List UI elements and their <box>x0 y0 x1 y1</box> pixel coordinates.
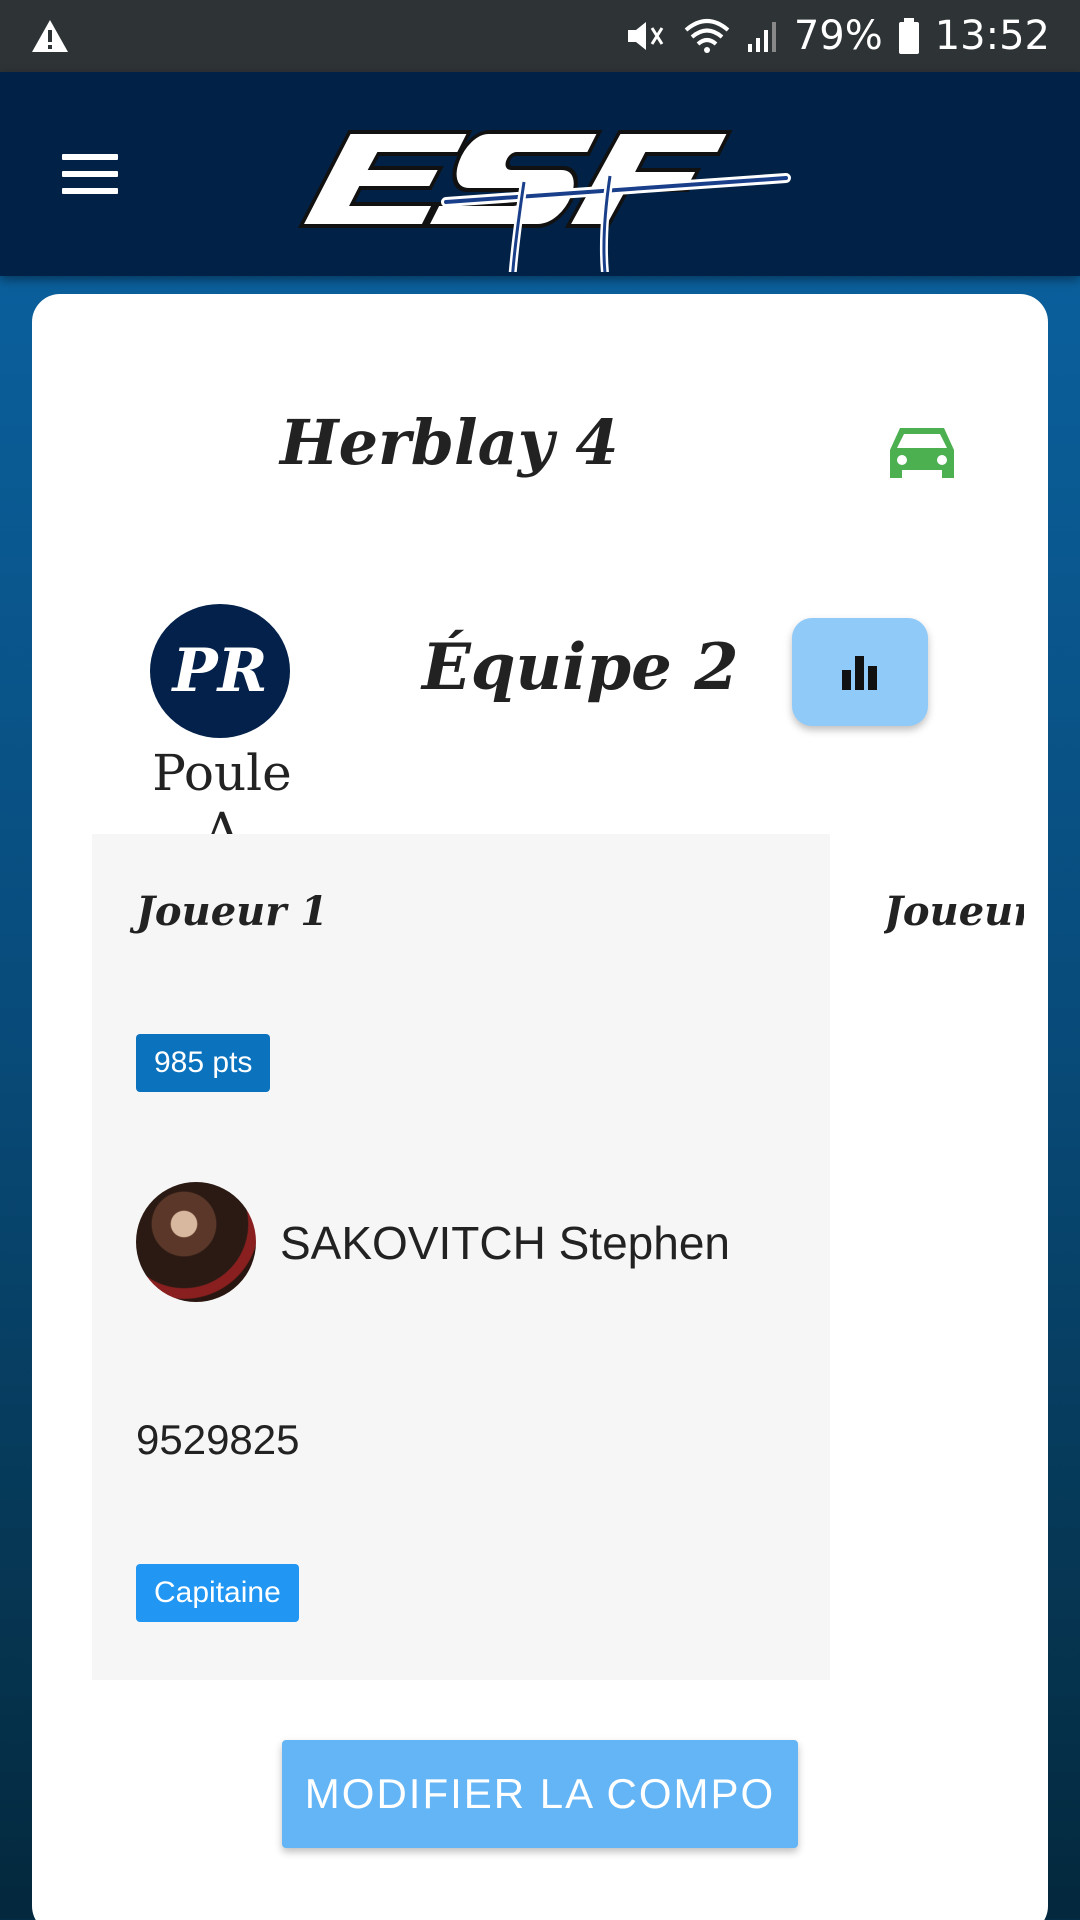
hamburger-menu-icon[interactable] <box>62 154 118 194</box>
player-card: Joueur 1 985 pts SAKOVITCH Stephen 95298… <box>92 834 830 1680</box>
club-name: Herblay 4 <box>280 406 619 479</box>
esf-logo <box>297 130 791 272</box>
signal-icon <box>747 22 776 52</box>
team-name: Équipe 2 <box>422 630 739 705</box>
battery-icon <box>898 18 919 54</box>
car-icon[interactable] <box>886 424 958 486</box>
battery-percent: 79% <box>793 13 883 59</box>
player-photo <box>136 1182 256 1302</box>
clock: 13:52 <box>934 13 1050 59</box>
app-bar <box>0 72 1080 276</box>
player-license-number: 9529825 <box>136 1416 300 1463</box>
warning-icon <box>32 20 68 52</box>
mute-icon <box>627 22 664 50</box>
player-title: Joueur 2 <box>884 888 1024 935</box>
player-name: SAKOVITCH Stephen <box>280 1217 730 1269</box>
bar-chart-icon <box>842 656 877 690</box>
points-badge: 985 pts <box>136 1034 271 1092</box>
wifi-icon <box>684 19 730 53</box>
player-title: Joueur 1 <box>136 888 329 935</box>
modify-lineup-button[interactable]: MODIFIER LA COMPO <box>282 1740 798 1848</box>
stats-button[interactable] <box>792 618 928 726</box>
status-bar: 79% 13:52 <box>0 0 1080 72</box>
team-card: Herblay 4 PR Poule A Équipe 2 Joueur 1 9… <box>32 294 1048 1920</box>
captain-badge: Capitaine <box>136 1564 299 1622</box>
team-initials-avatar: PR <box>150 604 290 738</box>
